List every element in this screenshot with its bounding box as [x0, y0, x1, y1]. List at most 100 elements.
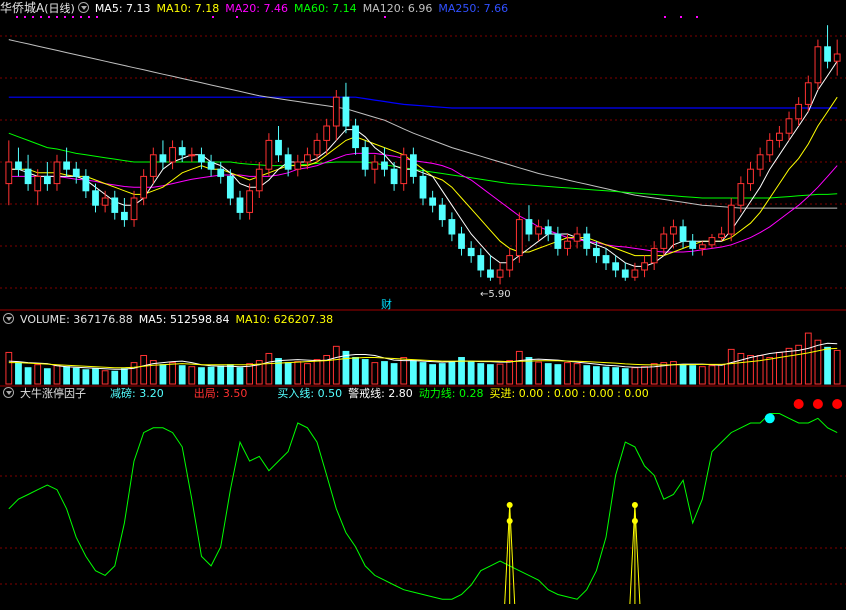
candle-body — [419, 175, 427, 199]
signal-dot — [96, 16, 98, 18]
candle-body — [101, 197, 109, 206]
volume-bar — [5, 351, 13, 385]
signal-circle — [793, 399, 804, 409]
candle-body — [660, 233, 668, 249]
candle-body — [24, 168, 32, 185]
dropdown-icon[interactable] — [77, 2, 89, 13]
ma250-line — [8, 96, 838, 109]
dropdown-icon[interactable] — [3, 313, 14, 324]
volume-bar — [82, 369, 90, 385]
volume-bar — [477, 363, 485, 385]
volume-bar — [689, 365, 697, 385]
exit-label: 出局: 3.50 — [193, 387, 248, 400]
signal-dot — [680, 16, 682, 18]
signal-dot — [212, 16, 214, 18]
volume-bar — [352, 357, 359, 385]
stock-name[interactable]: 华侨城A — [0, 1, 44, 15]
candle-body — [747, 168, 754, 185]
volume-bar — [814, 339, 822, 385]
candle-body — [429, 197, 437, 206]
volume-bar — [92, 368, 99, 385]
signal-dot — [40, 16, 42, 18]
vol-ma10-label: MA10: 626207.38 — [235, 313, 334, 326]
volume-bar — [602, 366, 610, 385]
candle-body — [477, 255, 485, 271]
volume-bar — [217, 365, 225, 385]
candle-body — [72, 168, 80, 177]
spike-marker — [631, 502, 638, 508]
signal-dot — [236, 16, 238, 18]
candle-body — [535, 226, 542, 235]
volume-bar — [15, 362, 22, 385]
volume-bar — [506, 360, 514, 385]
candle-body — [342, 96, 350, 127]
volume-bar — [583, 365, 591, 385]
candle-body — [766, 139, 774, 156]
dropdown-icon[interactable] — [3, 387, 14, 398]
candle-body — [53, 161, 61, 185]
candle-body — [776, 132, 783, 141]
volume-bar — [438, 363, 446, 385]
candle-body — [631, 269, 639, 278]
candle-body — [650, 247, 658, 264]
volume-bar — [313, 359, 321, 385]
candle-body — [641, 262, 648, 271]
volume-bar — [169, 362, 176, 385]
candle-body — [554, 233, 562, 249]
vol-ma5-label: MA5: 512598.84 — [138, 313, 230, 326]
signal-circle — [812, 399, 823, 409]
candle-body — [785, 118, 793, 134]
period-label: (日线) — [44, 2, 75, 15]
volume-bar — [24, 367, 32, 385]
volume-bar — [130, 362, 138, 385]
candle-body — [583, 233, 591, 249]
volume-bar — [737, 352, 745, 385]
finance-mark[interactable]: 财 — [381, 296, 392, 312]
candle-body — [15, 161, 22, 170]
candle-body — [82, 175, 90, 192]
power-line-label: 动力线: 0.28 — [418, 387, 484, 400]
candle-body — [708, 237, 716, 246]
volume-bar — [159, 364, 167, 385]
candle-body — [689, 240, 697, 249]
candle-body — [698, 244, 706, 249]
candle-body — [824, 46, 831, 62]
candle-body — [438, 204, 446, 221]
candle-body — [140, 175, 148, 199]
volume-bar — [496, 363, 504, 385]
volume-bar — [679, 364, 687, 385]
chart-canvas — [0, 16, 846, 605]
candle-body — [169, 147, 176, 163]
candle-body — [804, 82, 812, 105]
candle-body — [313, 139, 321, 156]
buy-in-label: 买进: 0.00 : 0.00 : 0.00 : 0.00 — [489, 387, 649, 400]
volume-bar — [111, 370, 119, 385]
volume-label: VOLUME: 367176.88 — [20, 313, 133, 326]
volume-bar — [409, 360, 417, 385]
volume-bar — [592, 366, 600, 385]
volume-bar — [467, 361, 475, 385]
candle-body — [34, 175, 42, 192]
volume-bar — [332, 345, 340, 385]
volume-bar — [698, 366, 706, 385]
volume-bar — [226, 364, 234, 385]
indicator-name[interactable]: 大牛涨停因子 — [20, 387, 86, 400]
candle-body — [255, 168, 263, 192]
volume-bar — [487, 364, 494, 385]
candle-body — [371, 161, 379, 170]
candle-body — [121, 211, 128, 221]
candle-body — [159, 154, 167, 163]
candle-body — [718, 233, 725, 239]
volume-bar — [612, 367, 620, 385]
volume-bar — [390, 363, 398, 385]
volume-bar — [178, 365, 186, 385]
volume-bar — [34, 364, 42, 385]
volume-bar — [140, 354, 148, 385]
signal-dot — [24, 16, 26, 18]
ma5-label: MA5: 7.13 — [94, 2, 151, 15]
candle-body — [621, 269, 629, 278]
spike-marker — [631, 518, 638, 524]
candle-body — [525, 219, 533, 235]
volume-bar — [804, 332, 812, 385]
volume-bar — [785, 347, 793, 385]
